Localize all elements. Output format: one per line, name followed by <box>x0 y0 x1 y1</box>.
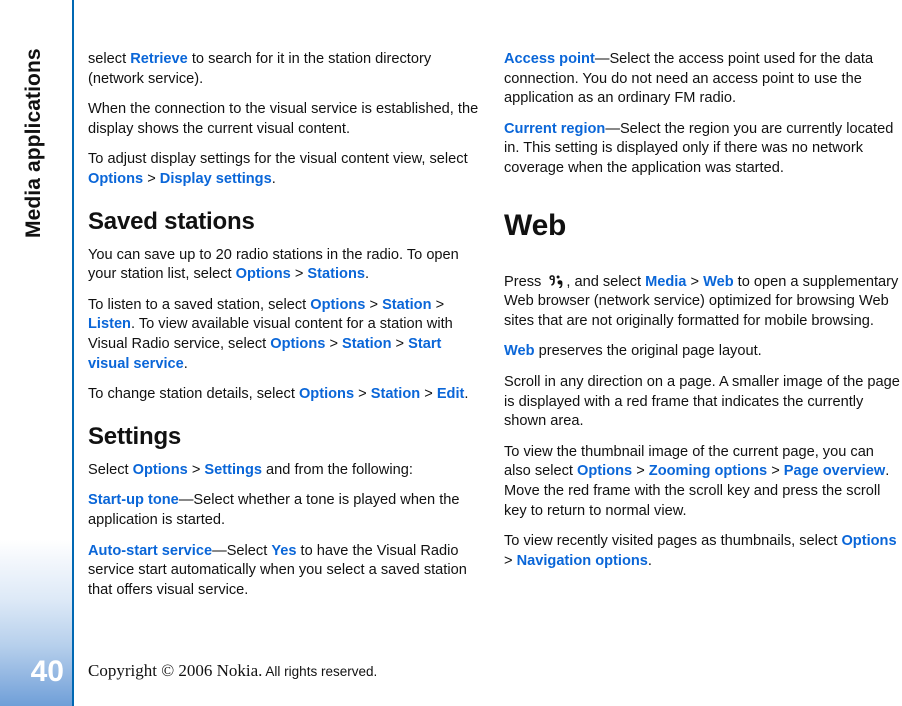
separator-gt: > <box>187 461 205 478</box>
ui-term-options: Options <box>235 266 291 283</box>
heading-web: Web <box>504 208 567 242</box>
paragraph-page-overview: To view the thumbnail image of the curre… <box>504 443 900 521</box>
separator-gt: > <box>767 463 784 480</box>
text: When the connection to the visual servic… <box>88 101 479 137</box>
paragraph-web-preserves-layout: Web preserves the original page layout. <box>504 342 900 362</box>
text: . <box>183 355 188 372</box>
ui-term-stations: Stations <box>307 266 365 283</box>
copyright-text: Copyright © 2006 Nokia. <box>88 661 263 680</box>
ui-term-start-up-tone: Start-up tone <box>88 492 179 509</box>
ui-term-media: Media <box>645 273 687 290</box>
ui-term-navigation-options: Navigation options <box>516 552 648 569</box>
paragraph-display-settings: To adjust display settings for the visua… <box>88 150 484 189</box>
ui-term-options: Options <box>841 533 897 550</box>
ui-term-options: Options <box>132 461 188 478</box>
paragraph-navigation-options: To view recently visited pages as thumbn… <box>504 532 900 571</box>
ui-term-zooming-options: Zooming options <box>648 463 768 480</box>
text: Scroll in any direction on a page. A sma… <box>504 373 900 430</box>
separator-gt: > <box>365 296 383 313</box>
text: To listen to a saved station, select <box>88 296 311 313</box>
paragraph-connection-established: When the connection to the visual servic… <box>88 100 484 139</box>
separator-gt: > <box>143 170 160 187</box>
text: . <box>647 552 652 569</box>
left-text-column: select Retrieve to search for it in the … <box>88 50 484 611</box>
ui-term-edit: Edit <box>436 386 465 403</box>
separator-gt: > <box>391 335 409 352</box>
separator-gt: > <box>325 335 343 352</box>
ui-term-options: Options <box>298 386 355 403</box>
paragraph-auto-start-service: Auto-start service—Select Yes to have th… <box>88 542 484 601</box>
text: To change station details, select <box>88 386 299 403</box>
nokia-menu-key-icon <box>548 273 563 289</box>
ui-term-web: Web <box>703 273 734 290</box>
text: . <box>271 170 276 187</box>
text: Select <box>88 461 133 478</box>
page-number: 40 <box>30 655 64 688</box>
heading-settings: Settings <box>88 422 182 450</box>
ui-term-options: Options <box>310 296 366 313</box>
text: select <box>88 51 131 67</box>
paragraph-press-menu-web: Press , and select Media > Web to open a… <box>504 271 900 332</box>
ui-term-listen: Listen <box>88 316 131 333</box>
rights-reserved-text: All rights reserved. <box>262 664 378 679</box>
separator-gt: > <box>420 386 437 403</box>
separator-gt: > <box>354 386 371 403</box>
paragraph-start-up-tone: Start-up tone—Select whether a tone is p… <box>88 491 484 530</box>
text: and from the following: <box>261 461 413 478</box>
ui-term-options: Options <box>88 170 144 187</box>
paragraph-access-point: Access point—Select the access point use… <box>504 50 900 109</box>
ui-term-yes: Yes <box>271 542 297 559</box>
ui-term-options: Options <box>270 335 326 352</box>
separator-gt: > <box>290 266 308 283</box>
text: To view recently visited pages as thumbn… <box>504 533 842 550</box>
text: To adjust display settings for the visua… <box>88 151 468 168</box>
ui-term-retrieve: Retrieve <box>130 51 188 67</box>
paragraph-listen-station: To listen to a saved station, select Opt… <box>88 296 484 374</box>
separator-gt: > <box>632 463 649 480</box>
separator-gt: > <box>504 552 517 569</box>
chapter-title: Media applications <box>22 48 45 238</box>
right-text-column: Access point—Select the access point use… <box>504 50 900 582</box>
text: preserves the original page layout. <box>534 343 762 360</box>
sidebar-divider-rule <box>72 0 74 706</box>
manual-page: Media applications 40 select Retrieve to… <box>0 0 902 706</box>
text: Press <box>504 273 546 290</box>
ui-term-display-settings: Display settings <box>159 170 272 187</box>
separator-gt: > <box>686 273 704 290</box>
ui-term-settings: Settings <box>204 461 262 478</box>
paragraph-select-settings: Select Options > Settings and from the f… <box>88 461 484 481</box>
paragraph-change-station-details: To change station details, select Option… <box>88 385 484 405</box>
ui-term-page-overview: Page overview <box>783 463 886 480</box>
paragraph-retrieve: select Retrieve to search for it in the … <box>88 50 484 89</box>
footer-copyright: Copyright © 2006 Nokia. All rights reser… <box>88 661 377 681</box>
text: —Select <box>212 542 272 559</box>
heading-saved-stations: Saved stations <box>88 207 255 235</box>
separator-gt: > <box>431 296 445 313</box>
ui-term-station: Station <box>370 386 421 403</box>
text: . <box>464 386 469 403</box>
paragraph-scroll-direction: Scroll in any direction on a page. A sma… <box>504 373 900 432</box>
ui-term-station: Station <box>382 296 432 313</box>
ui-term-web: Web <box>504 343 535 360</box>
ui-term-options: Options <box>577 463 633 480</box>
text: . <box>364 266 370 283</box>
text: , and select <box>566 273 646 290</box>
ui-term-current-region: Current region <box>504 120 606 137</box>
ui-term-station: Station <box>342 335 392 352</box>
ui-term-auto-start-service: Auto-start service <box>88 542 213 559</box>
paragraph-current-region: Current region—Select the region you are… <box>504 120 900 179</box>
ui-term-access-point: Access point <box>504 51 595 67</box>
paragraph-save-stations: You can save up to 20 radio stations in … <box>88 246 484 285</box>
